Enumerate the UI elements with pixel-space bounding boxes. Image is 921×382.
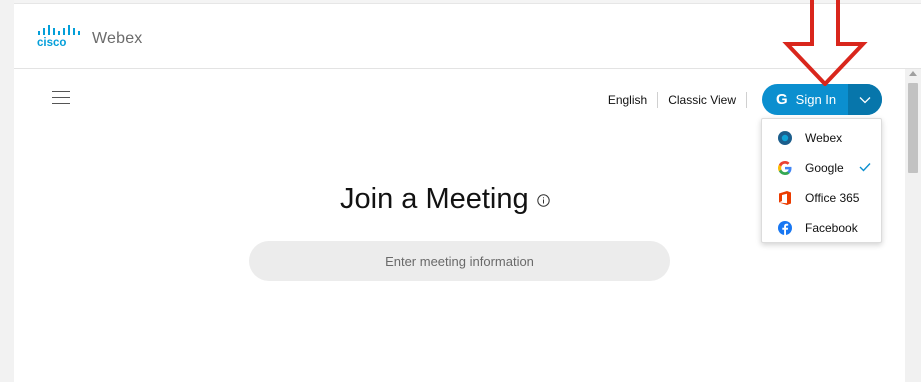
vertical-scrollbar[interactable] bbox=[905, 69, 921, 382]
top-nav: English Classic View bbox=[608, 92, 757, 108]
sign-in-label: Sign In bbox=[795, 92, 837, 107]
page-title-area: Join a Meeting bbox=[340, 183, 550, 216]
language-link[interactable]: English bbox=[608, 93, 647, 107]
sign-in-button[interactable]: G Sign In bbox=[762, 84, 848, 115]
webex-icon bbox=[777, 130, 793, 146]
menu-line bbox=[52, 97, 70, 99]
menu-item-office365[interactable]: Office 365 bbox=[762, 183, 881, 213]
google-g-icon: G bbox=[776, 91, 788, 108]
nav-divider bbox=[746, 92, 747, 108]
cisco-logo-icon: cisco bbox=[37, 25, 80, 47]
page-title: Join a Meeting bbox=[340, 183, 529, 215]
classic-view-link[interactable]: Classic View bbox=[668, 93, 736, 107]
menu-item-label: Office 365 bbox=[805, 191, 860, 205]
sign-in-options-menu: Webex Google Office 365 Facebook bbox=[761, 118, 882, 243]
menu-item-label: Webex bbox=[805, 131, 843, 145]
webex-wordmark: Webex bbox=[92, 30, 143, 47]
menu-item-google[interactable]: Google bbox=[762, 153, 881, 183]
google-icon bbox=[777, 160, 793, 176]
chevron-down-icon bbox=[859, 96, 871, 103]
sign-in-split-button: G Sign In bbox=[762, 84, 882, 115]
facebook-icon bbox=[777, 220, 793, 236]
menu-line bbox=[52, 103, 70, 105]
cisco-webex-logo[interactable]: cisco Webex bbox=[36, 25, 143, 47]
nav-divider bbox=[657, 92, 659, 108]
menu-item-webex[interactable]: Webex bbox=[762, 123, 881, 153]
sign-in-dropdown-toggle[interactable] bbox=[848, 84, 882, 115]
menu-line bbox=[52, 91, 70, 93]
office365-icon bbox=[777, 190, 793, 206]
red-down-arrow-annotation bbox=[782, 0, 868, 86]
menu-item-facebook[interactable]: Facebook bbox=[762, 213, 881, 243]
menu-item-label: Facebook bbox=[805, 221, 858, 235]
info-icon[interactable] bbox=[536, 193, 550, 212]
menu-item-label: Google bbox=[805, 161, 844, 175]
scroll-thumb[interactable] bbox=[908, 83, 918, 173]
scroll-up-arrow-icon[interactable] bbox=[909, 71, 917, 76]
meeting-info-input[interactable] bbox=[249, 241, 670, 281]
hamburger-menu-button[interactable] bbox=[52, 90, 70, 106]
checkmark-icon bbox=[859, 161, 871, 175]
cisco-wordmark: cisco bbox=[37, 37, 66, 47]
